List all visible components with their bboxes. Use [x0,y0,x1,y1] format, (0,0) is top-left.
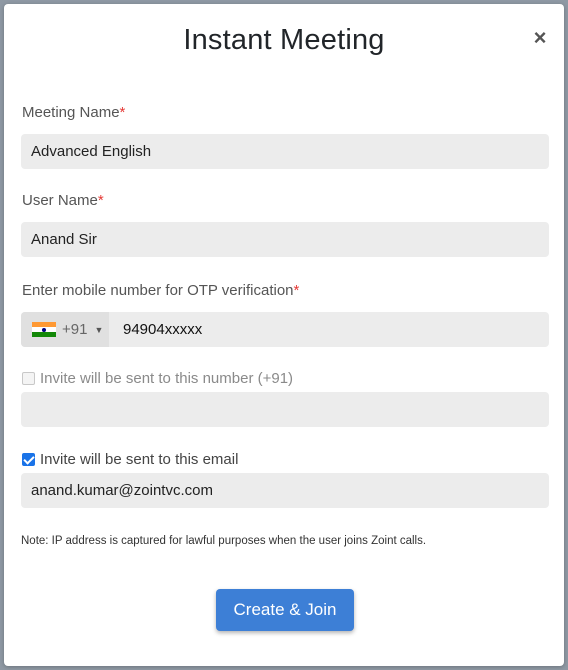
invite-email-row: Invite will be sent to this email [22,451,238,468]
invite-phone-label: Invite will be sent to this number (+91) [40,370,294,387]
caret-down-icon: ▼ [94,324,104,335]
ip-note: Note: IP address is captured for lawful … [21,535,427,547]
dialog-title: Instant Meeting [183,24,385,56]
user-name-label-text: User Name [22,192,98,209]
create-join-button[interactable]: Create & Join [216,589,354,631]
country-code-selector[interactable]: +91 ▼ [21,312,109,347]
india-flag-icon [32,321,56,338]
invite-phone-checkbox[interactable] [22,372,35,385]
instant-meeting-dialog: Instant Meeting × Meeting Name* Advanced… [4,4,564,666]
close-button[interactable]: × [532,27,548,49]
required-asterisk: * [293,282,300,299]
dial-code: +91 [62,321,88,338]
invite-email-input[interactable]: anand.kumar@zointvc.com [21,473,549,508]
invite-phone-input[interactable] [21,392,549,427]
meeting-name-input[interactable]: Advanced English [21,134,549,169]
mobile-label: Enter mobile number for OTP verification… [22,282,299,299]
mobile-number-field: +91 ▼ 94904xxxxx [21,312,549,347]
mobile-number-input[interactable]: 94904xxxxx [123,312,202,347]
meeting-name-label: Meeting Name* [22,104,125,121]
invite-phone-row: Invite will be sent to this number (+91) [22,370,293,387]
user-name-label: User Name* [22,192,104,209]
mobile-label-text: Enter mobile number for OTP verification [22,282,294,299]
invite-email-label: Invite will be sent to this email [40,451,239,468]
required-asterisk: * [97,192,104,209]
required-asterisk: * [119,104,126,121]
user-name-input[interactable]: Anand Sir [21,222,549,257]
meeting-name-label-text: Meeting Name [22,104,120,121]
invite-email-checkbox[interactable] [22,453,35,466]
